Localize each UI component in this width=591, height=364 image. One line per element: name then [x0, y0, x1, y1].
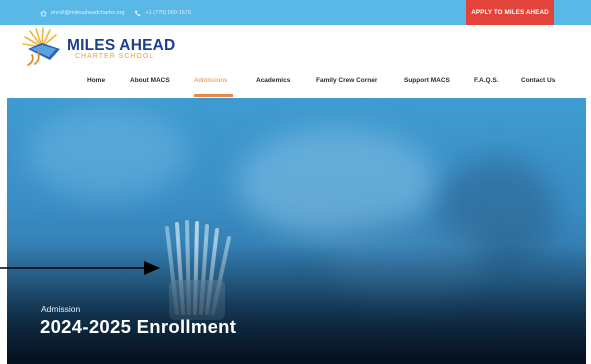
contact-info: enroll@milesaheadcharter.org +1 (770) 56…	[40, 7, 191, 19]
email-text: enroll@milesaheadcharter.org	[51, 10, 125, 16]
email-link[interactable]: enroll@milesaheadcharter.org	[40, 9, 125, 17]
phone-icon	[134, 10, 141, 17]
apply-button[interactable]: APPLY TO MILES AHEAD	[466, 0, 554, 25]
nav-faqs[interactable]: F.A.Q.S.	[474, 77, 499, 84]
phone-link[interactable]: +1 (770) 560-1670	[134, 10, 191, 17]
hero-title: 2024-2025 Enrollment	[40, 316, 237, 337]
phone-text: +1 (770) 560-1670	[145, 10, 191, 16]
nav-about-macs[interactable]: About MACS	[130, 77, 170, 84]
logo-subtitle: CHARTER SCHOOL	[75, 53, 155, 60]
background-blur	[27, 108, 187, 198]
arrow-annotation-icon	[0, 260, 162, 281]
site-logo[interactable]: MILES AHEAD CHARTER SCHOOL	[20, 27, 175, 69]
nav-family-crew-corner[interactable]: Family Crew Corner	[316, 77, 377, 84]
site-header: MILES AHEAD CHARTER SCHOOL Home About MA…	[0, 25, 591, 98]
home-icon	[40, 9, 47, 17]
nav-support-macs[interactable]: Support MACS	[404, 77, 450, 84]
nav-academics[interactable]: Academics	[256, 77, 290, 84]
nav-active-indicator	[194, 94, 233, 97]
nav-contact-us[interactable]: Contact Us	[521, 77, 555, 84]
nav-admissions[interactable]: Admissions	[194, 77, 227, 84]
hero-kicker: Admission	[41, 304, 81, 314]
top-bar: enroll@milesaheadcharter.org +1 (770) 56…	[0, 0, 591, 25]
hero-banner: Admission 2024-2025 Enrollment	[7, 98, 586, 364]
main-nav: Home About MACS Admissions Academics Fam…	[0, 74, 591, 98]
nav-home[interactable]: Home	[87, 77, 105, 84]
